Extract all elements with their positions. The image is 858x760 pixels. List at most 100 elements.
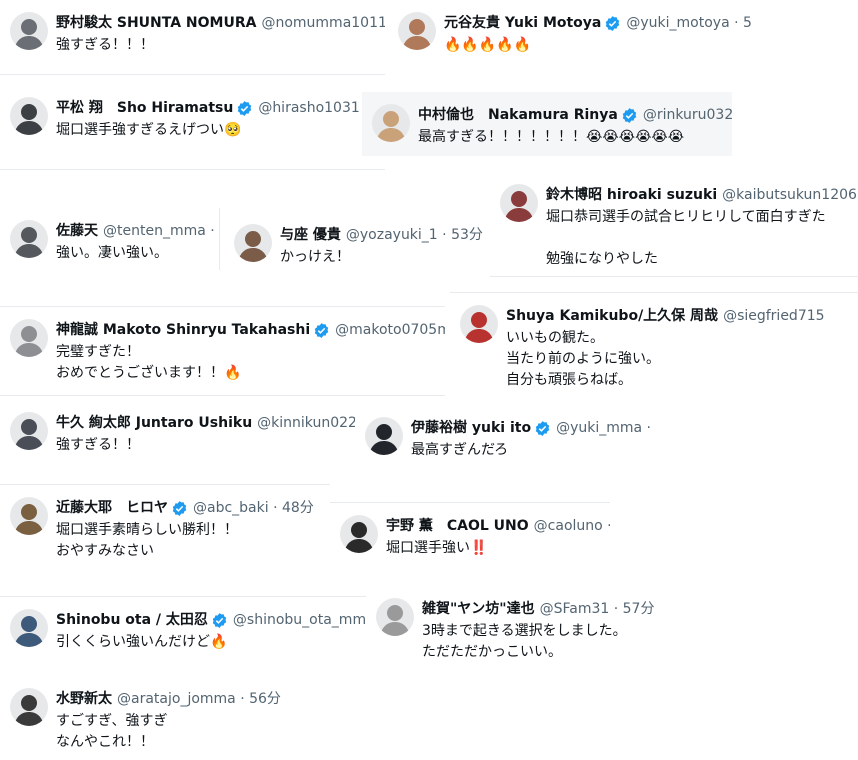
tweet-text: 引くくらい強いんだけど🔥 xyxy=(56,632,227,653)
tweet-text: 最高すぎんだろ xyxy=(411,440,508,461)
display-name[interactable]: 伊藤裕樹 yuki ito xyxy=(411,418,531,438)
tweet-text-line: 最高すぎる！！！！！！！😭😭😭😭😭😭 xyxy=(418,129,685,145)
tweet-card[interactable]: 与座 優貴 @yozayuki_1 · 53分 かっけえ！ xyxy=(224,212,496,274)
avatar[interactable] xyxy=(10,688,48,726)
tweet-text: 堀口選手強い‼️ xyxy=(386,538,487,559)
tweet-card[interactable]: 伊藤裕樹 yuki ito @yuki_mma · 最高すぎんだろ xyxy=(355,405,785,470)
avatar[interactable] xyxy=(340,515,378,553)
tweet-text-line: おやすみなさい xyxy=(56,543,154,559)
verified-badge-icon xyxy=(604,15,621,32)
tweet-card[interactable]: 元谷友貴 Yuki Motoya @yuki_motoya · 5 🔥🔥🔥🔥🔥 xyxy=(388,0,858,75)
avatar[interactable] xyxy=(10,12,48,50)
display-name[interactable]: 雑賀"ヤン坊"達也 xyxy=(422,599,535,619)
tweet-header: 与座 優貴 @yozayuki_1 · 53分 xyxy=(280,225,483,245)
avatar[interactable] xyxy=(460,305,498,343)
tweet-text-line: 🔥🔥🔥🔥🔥 xyxy=(444,37,532,53)
display-name[interactable]: 宇野 薫 CAOL UNO xyxy=(386,516,529,536)
avatar[interactable] xyxy=(10,497,48,535)
user-handle[interactable]: @yozayuki_1 · 53分 xyxy=(346,225,483,245)
avatar[interactable] xyxy=(234,224,272,262)
avatar[interactable] xyxy=(10,319,48,357)
tweet-text-line: ただただかっこいい。 xyxy=(422,644,562,660)
avatar[interactable] xyxy=(376,598,414,636)
display-name[interactable]: 元谷友貴 Yuki Motoya xyxy=(444,13,601,33)
user-handle[interactable]: @tenten_mma · xyxy=(103,221,215,241)
tweet-header: 佐藤天 @tenten_mma · xyxy=(56,221,215,241)
display-name[interactable]: Shinobu ota / 太田忍 xyxy=(56,610,208,630)
user-handle[interactable]: @aratajo_jomma · 56分 xyxy=(117,689,281,709)
display-name[interactable]: 牛久 絢太郎 Juntaro Ushiku xyxy=(56,413,252,433)
tweet-header: 平松 翔 Sho Hiramatsu @hirasho1031 · 5 xyxy=(56,98,382,118)
display-name[interactable]: 神龍誠 Makoto Shinryu Takahashi xyxy=(56,320,310,340)
verified-badge-icon xyxy=(313,322,330,339)
user-handle[interactable]: @rinkuru0323 xyxy=(643,105,732,125)
tweet-text: いいもの観た。当たり前のように強い。 自分も頑張らねば。 xyxy=(506,328,660,391)
tweet-text-line: 自分も頑張らねば。 xyxy=(506,372,632,388)
tweet-card[interactable]: 牛久 絢太郎 Juntaro Ushiku @kinnikun0228 強すぎる… xyxy=(0,400,360,475)
display-name[interactable]: Shuya Kamikubo/上久保 周哉 xyxy=(506,306,718,326)
verified-badge-icon xyxy=(621,107,638,124)
tweet-card[interactable]: 神龍誠 Makoto Shinryu Takahashi @makoto0705… xyxy=(0,306,445,396)
tweet-card[interactable]: 近藤大耶 ヒロヤ @abc_baki · 48分 堀口選手素晴らしい勝利！！ おや… xyxy=(0,484,330,574)
user-handle[interactable]: @kinnikun0228 xyxy=(257,413,360,433)
tweet-header: 雑賀"ヤン坊"達也 @SFam31 · 57分 xyxy=(422,599,654,619)
avatar[interactable] xyxy=(372,104,410,142)
tweet-card[interactable]: 佐藤天 @tenten_mma · 強い。凄い強い。 xyxy=(0,208,220,270)
verified-badge-icon xyxy=(171,500,188,517)
tweet-text-line: 最高すぎんだろ xyxy=(411,442,509,458)
tweet-text: 堀口選手素晴らしい勝利！！ おやすみなさい xyxy=(56,520,238,562)
display-name[interactable]: 水野新太 xyxy=(56,689,112,709)
tweet-text: 完璧すぎた！ おめでとうございます！！🔥 xyxy=(56,342,241,384)
avatar[interactable] xyxy=(10,412,48,450)
user-handle[interactable]: @abc_baki · 48分 xyxy=(193,498,314,518)
tweet-header: 伊藤裕樹 yuki ito @yuki_mma · xyxy=(411,418,651,438)
tweet-text: 強い。凄い強い。 xyxy=(56,243,168,264)
tweet-card[interactable]: 雑賀"ヤン坊"達也 @SFam31 · 57分 3時まで起きる選択をしました。た… xyxy=(366,586,666,666)
avatar[interactable] xyxy=(500,184,538,222)
user-handle[interactable]: @siegfried715 xyxy=(723,306,824,326)
tweet-header: 元谷友貴 Yuki Motoya @yuki_motoya · 5 xyxy=(444,13,752,33)
display-name[interactable]: 野村駿太 SHUNTA NOMURA xyxy=(56,13,256,33)
tweet-text-line: 3時まで起きる選択をしました。 xyxy=(422,623,627,639)
user-handle[interactable]: @nomumma1011 · xyxy=(261,13,385,33)
display-name[interactable]: 中村倫也 Nakamura Rinya xyxy=(418,105,618,125)
tweet-card[interactable]: 中村倫也 Nakamura Rinya @rinkuru0323 最高すぎる！！… xyxy=(362,92,732,156)
tweet-text-line: 当たり前のように強い。 xyxy=(506,351,660,367)
display-name[interactable]: 平松 翔 Sho Hiramatsu xyxy=(56,98,233,118)
tweet-text: 3時まで起きる選択をしました。 ただただかっこいい。 xyxy=(422,621,627,663)
display-name[interactable]: 鈴木博昭 hiroaki suzuki xyxy=(546,185,717,205)
user-handle[interactable]: @makoto0705mma · xyxy=(335,320,445,340)
tweet-header: Shinobu ota / 太田忍 @shinobu_ota_mma · xyxy=(56,610,370,630)
tweet-text: 堀口選手強すぎるえげつい🥺 xyxy=(56,120,241,141)
tweet-card[interactable]: 鈴木博昭 hiroaki suzuki @kaibutsukun1206 · 堀… xyxy=(490,172,858,277)
user-handle[interactable]: @SFam31 · 57分 xyxy=(540,599,655,619)
tweet-card[interactable]: 野村駿太 SHUNTA NOMURA @nomumma1011 · 強すぎる！！… xyxy=(0,0,385,75)
user-handle[interactable]: @caoluno · xyxy=(534,516,610,536)
verified-badge-icon xyxy=(236,100,253,117)
tweet-card[interactable]: Shuya Kamikubo/上久保 周哉 @siegfried715 いいもの… xyxy=(450,292,858,397)
avatar[interactable] xyxy=(10,220,48,258)
tweet-header: 水野新太 @aratajo_jomma · 56分 xyxy=(56,689,281,709)
user-handle[interactable]: @yuki_mma · xyxy=(556,418,651,438)
tweet-text: 強すぎる！！ xyxy=(56,435,140,456)
display-name[interactable]: 与座 優貴 xyxy=(280,225,341,245)
tweet-header: 鈴木博昭 hiroaki suzuki @kaibutsukun1206 · xyxy=(546,185,858,205)
tweet-card[interactable]: 水野新太 @aratajo_jomma · 56分 すごすぎ、強すぎ なんやこれ！… xyxy=(0,676,300,760)
display-name[interactable]: 佐藤天 xyxy=(56,221,98,241)
tweet-text-line xyxy=(546,228,826,249)
display-name[interactable]: 近藤大耶 ヒロヤ xyxy=(56,498,168,518)
tweet-text-line: いいもの観た。 xyxy=(506,330,604,346)
tweet-card[interactable]: 宇野 薫 CAOL UNO @caoluno · 堀口選手強い‼️ xyxy=(330,502,610,567)
avatar[interactable] xyxy=(10,97,48,135)
avatar[interactable] xyxy=(398,12,436,50)
tweet-text: すごすぎ、強すぎ なんやこれ！！ xyxy=(56,711,167,753)
tweet-card[interactable]: Shinobu ota / 太田忍 @shinobu_ota_mma · 引くく… xyxy=(0,596,370,668)
avatar[interactable] xyxy=(10,609,48,647)
user-handle[interactable]: @kaibutsukun1206 · xyxy=(722,185,858,205)
tweet-text-line: 強すぎる！！ xyxy=(56,437,140,453)
user-handle[interactable]: @yuki_motoya · 5 xyxy=(626,13,752,33)
avatar[interactable] xyxy=(365,417,403,455)
user-handle[interactable]: @shinobu_ota_mma · xyxy=(233,610,370,630)
tweet-text-line: おめでとうございます！！🔥 xyxy=(56,365,242,381)
tweet-card[interactable]: 平松 翔 Sho Hiramatsu @hirasho1031 · 5 堀口選手… xyxy=(0,85,385,170)
